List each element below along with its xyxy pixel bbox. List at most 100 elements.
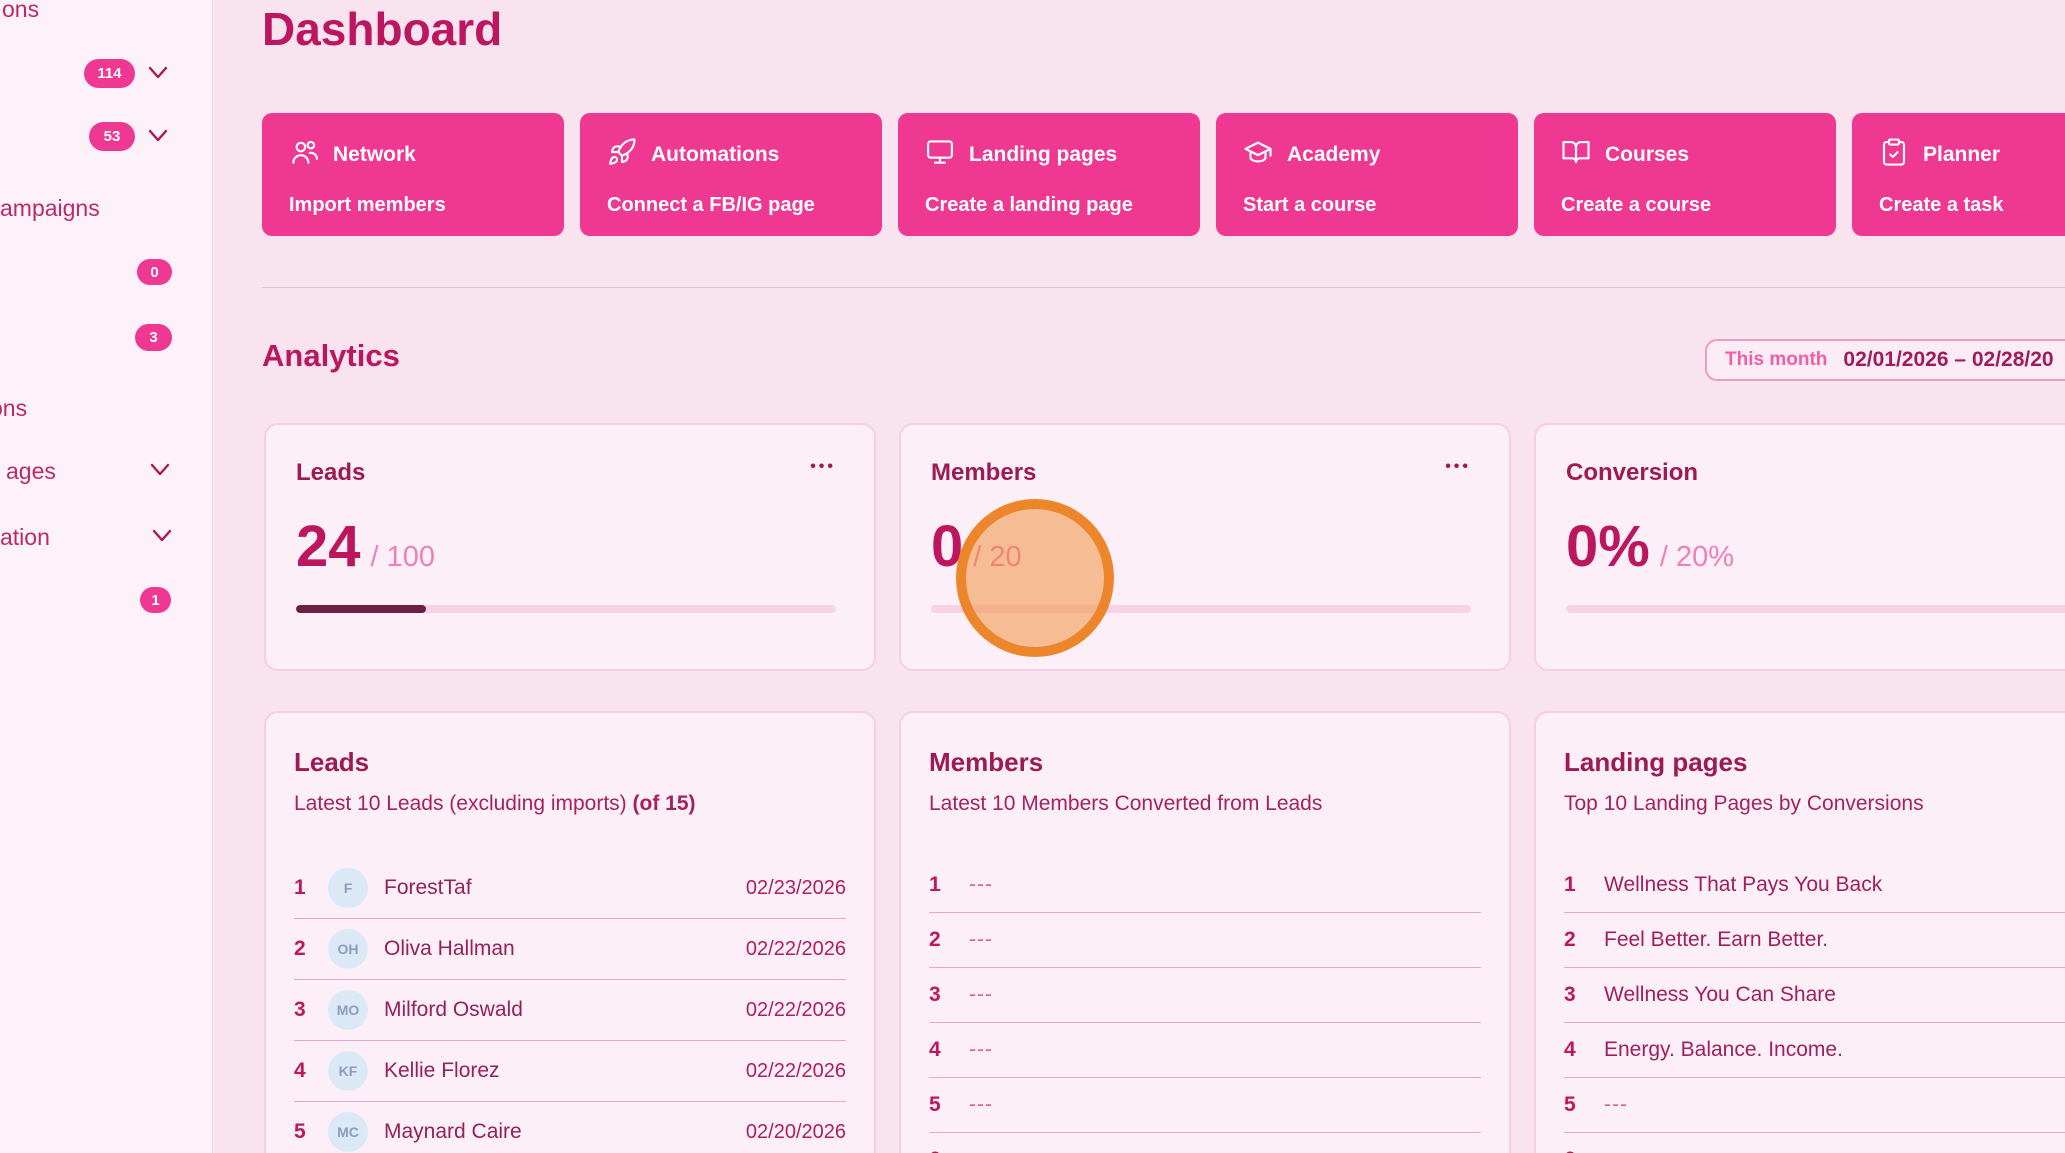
landing-page-name: Wellness That Pays You Back [1604,873,1882,897]
sidebar-item-label[interactable]: ons [2,0,39,23]
sidebar-count-badge[interactable]: 1 [140,587,171,613]
lead-row[interactable]: 2 OH Oliva Hallman 02/22/2026 [294,919,846,980]
quick-action-title: Network [333,143,416,167]
sidebar-count-badge[interactable]: 0 [137,259,172,285]
member-row[interactable]: 6 --- [929,1133,1481,1153]
landing-page-name: Feel Better. Earn Better. [1604,928,1828,952]
lead-row[interactable]: 3 MO Milford Oswald 02/22/2026 [294,980,846,1041]
landing-page-name: Wellness You Can Share [1604,983,1836,1007]
avatar: MO [328,990,368,1030]
sidebar-item-label[interactable]: ampaigns [0,195,100,222]
member-placeholder: --- [969,983,993,1007]
sidebar-count-badge[interactable]: 114 [84,59,135,88]
avatar: F [328,868,368,908]
chevron-down-icon[interactable] [150,527,174,545]
rocket-icon [607,137,637,173]
quick-action-subtitle: Import members [289,194,537,217]
quick-action-automations[interactable]: Automations Connect a FB/IG page [580,113,882,236]
progress-fill [296,605,426,613]
list-title: Landing pages [1564,747,2065,777]
list-title: Leads [294,747,846,777]
list-title: Members [929,747,1481,777]
row-rank: 5 [1564,1093,1588,1117]
row-rank: 6 [929,1148,953,1153]
stat-card-conversion: Conversion ••• 0% / 20% [1534,423,2065,671]
member-placeholder: --- [969,928,993,952]
landing-page-row[interactable]: 5 --- [1564,1078,2065,1133]
quick-action-subtitle: Connect a FB/IG page [607,194,855,217]
lead-row[interactable]: 4 KF Kellie Florez 02/22/2026 [294,1041,846,1102]
analytics-heading: Analytics [262,338,400,374]
landing-page-row[interactable]: 4 Energy. Balance. Income. [1564,1023,2065,1078]
quick-action-title: Courses [1605,143,1689,167]
landing-page-row[interactable]: 2 Feel Better. Earn Better. [1564,913,2065,968]
avatar: OH [328,929,368,969]
row-rank: 2 [929,928,953,952]
lead-name: Kellie Florez [384,1059,500,1083]
date-range-filter[interactable]: This month 02/01/2026 – 02/28/20 [1705,339,2065,381]
row-rank: 4 [294,1059,318,1083]
stat-card-members: Members ••• 0 / 20 [899,423,1511,671]
lead-name: Oliva Hallman [384,937,515,961]
landing-page-row[interactable]: 6 --- [1564,1133,2065,1153]
list-subtitle-count: (of 15) [633,792,696,815]
quick-action-academy[interactable]: Academy Start a course [1216,113,1518,236]
stat-card-leads: Leads ••• 24 / 100 [264,423,876,671]
list-subtitle: Latest 10 Members Converted from Leads [929,791,1481,817]
app-root: ons 114 53 ampaigns 0 3 ons ages ation 1… [0,0,2065,1153]
sidebar-count-badge[interactable]: 3 [135,324,172,351]
quick-action-landing-pages[interactable]: Landing pages Create a landing page [898,113,1200,236]
member-row[interactable]: 3 --- [929,968,1481,1023]
member-placeholder: --- [969,1093,993,1117]
progress-bar [931,605,1471,613]
quick-action-network[interactable]: Network Import members [262,113,564,236]
avatar: KF [328,1051,368,1091]
book-open-icon [1561,137,1591,173]
section-divider [262,287,2065,288]
lead-name: Milford Oswald [384,998,523,1022]
progress-bar [1566,605,2065,613]
landing-page-name: Energy. Balance. Income. [1604,1038,1843,1062]
lead-row[interactable]: 5 MC Maynard Caire 02/20/2026 [294,1102,846,1153]
member-row[interactable]: 5 --- [929,1078,1481,1133]
member-row[interactable]: 4 --- [929,1023,1481,1078]
member-row[interactable]: 2 --- [929,913,1481,968]
date-filter-label: This month [1725,349,1827,371]
quick-action-title: Automations [651,143,779,167]
row-rank: 4 [929,1038,953,1062]
avatar: MC [328,1112,368,1152]
row-rank: 3 [294,998,318,1022]
landing-pages-list: 1 Wellness That Pays You Back 2 Feel Bet… [1564,858,2065,1153]
landing-page-row[interactable]: 3 Wellness You Can Share [1564,968,2065,1023]
member-row[interactable]: 1 --- [929,858,1481,913]
sidebar-item-label[interactable]: ons [0,395,27,422]
quick-action-subtitle: Start a course [1243,194,1491,217]
sidebar-count-badge[interactable]: 53 [89,122,135,151]
quick-action-planner[interactable]: Planner Create a task [1852,113,2065,236]
ellipsis-menu-icon[interactable]: ••• [1445,459,1471,475]
sidebar-item-label[interactable]: ages [6,458,56,485]
chevron-down-icon[interactable] [146,64,170,82]
page-title: Dashboard [262,2,502,56]
sidebar-item-label[interactable]: ation [0,524,50,551]
quick-action-courses[interactable]: Courses Create a course [1534,113,1836,236]
list-subtitle-text: Latest 10 Leads (excluding imports) [294,792,627,815]
lead-name: ForestTaf [384,876,472,900]
quick-action-subtitle: Create a course [1561,194,1809,217]
lead-date: 02/22/2026 [746,1060,846,1083]
stat-value: 24 [296,515,361,579]
row-rank: 4 [1564,1038,1588,1062]
list-card-leads: Leads Latest 10 Leads (excluding imports… [264,711,876,1153]
list-subtitle: Top 10 Landing Pages by Conversions [1564,791,2065,817]
row-rank: 3 [1564,983,1588,1007]
row-rank: 2 [294,937,318,961]
ellipsis-menu-icon[interactable]: ••• [810,459,836,475]
landing-page-row[interactable]: 1 Wellness That Pays You Back [1564,858,2065,913]
chevron-down-icon[interactable] [146,127,170,145]
list-cards-row: Leads Latest 10 Leads (excluding imports… [264,711,2065,1153]
leads-list: 1 F ForestTaf 02/23/2026 2 OH Oliva Hall… [294,858,846,1153]
lead-row[interactable]: 1 F ForestTaf 02/23/2026 [294,858,846,919]
member-placeholder: --- [969,1148,993,1153]
chevron-down-icon[interactable] [148,461,172,479]
stat-title: Conversion [1566,459,1698,487]
